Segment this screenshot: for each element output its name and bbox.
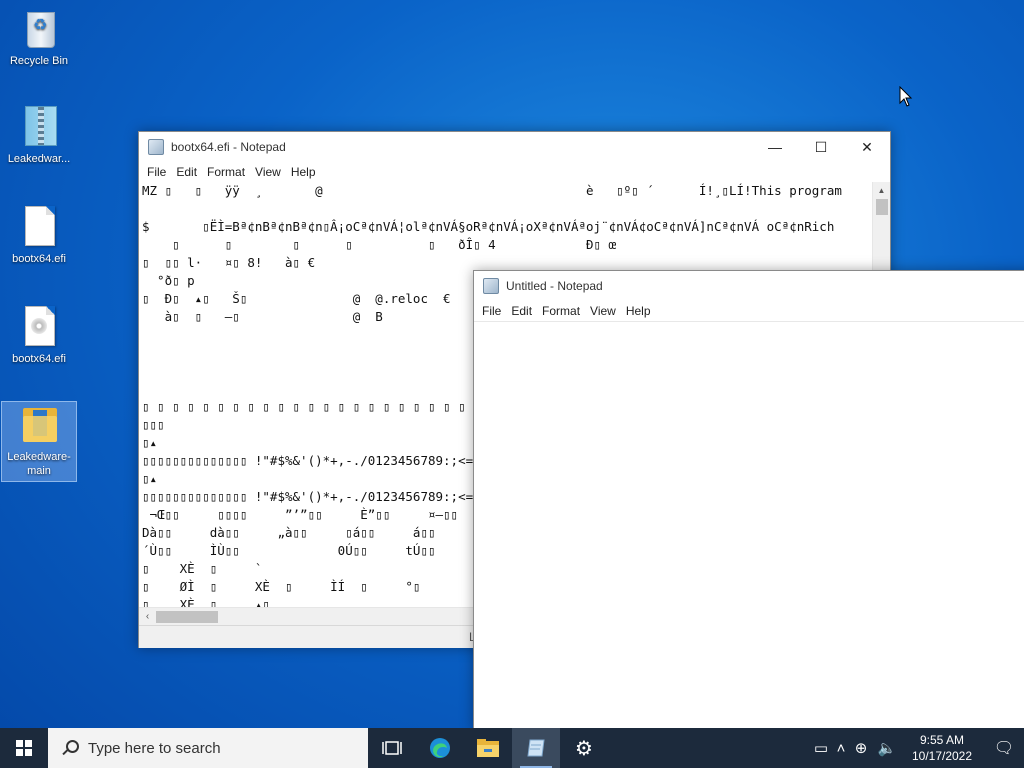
file-explorer-icon bbox=[477, 739, 499, 757]
notification-icon: 🗨 bbox=[993, 740, 1015, 757]
taskbar-settings-button[interactable]: ⚙ bbox=[560, 728, 608, 768]
start-button[interactable] bbox=[0, 728, 48, 768]
titlebar[interactable]: bootx64.efi - Notepad — ☐ ✕ bbox=[139, 132, 890, 162]
text-line bbox=[142, 200, 871, 218]
text-line: $ ▯ËÌ=Bª¢nBª¢nBª¢n▯Â¡oCª¢nVÁ¦olª¢nVÁ§oRª… bbox=[142, 219, 835, 234]
task-view-icon bbox=[382, 741, 402, 755]
taskbar-file-explorer-button[interactable] bbox=[464, 728, 512, 768]
maximize-button[interactable]: ☐ bbox=[798, 132, 844, 162]
gear-icon: ⚙ bbox=[575, 737, 593, 760]
minimize-button[interactable]: — bbox=[752, 132, 798, 162]
search-placeholder: Type here to search bbox=[88, 739, 221, 757]
menu-format[interactable]: Format bbox=[202, 165, 250, 179]
network-globe-icon[interactable]: ⊕ bbox=[848, 739, 874, 757]
notepad-window-untitled[interactable]: Untitled - Notepad File Edit Format View… bbox=[473, 270, 1024, 730]
menu-edit[interactable]: Edit bbox=[506, 304, 537, 318]
clock-date: 10/17/2022 bbox=[911, 749, 973, 763]
clock[interactable]: 9:55 AM 10/17/2022 bbox=[906, 732, 978, 764]
taskbar-notepad-button[interactable] bbox=[512, 728, 560, 768]
desktop-icon-bootx64-efi-1[interactable]: bootx64.efi bbox=[2, 204, 76, 266]
scroll-thumb[interactable] bbox=[875, 199, 888, 215]
keyboard-icon[interactable]: ▭ bbox=[808, 739, 834, 757]
desktop-icon-label: Recycle Bin bbox=[9, 55, 69, 67]
scroll-left-arrow-icon[interactable]: ‹ bbox=[139, 611, 156, 622]
text-line: ▯ ▯ ▯ ▯ ▯ ðÎ▯ 4 Ð▯ œ bbox=[142, 237, 617, 252]
system-tray: ▭ ˄ ⊕ 🔈 9:55 AM 10/17/2022 🗨 bbox=[808, 728, 1024, 768]
file-icon bbox=[19, 204, 59, 248]
taskbar-search-box[interactable]: Type here to search bbox=[48, 728, 368, 768]
scroll-up-arrow-icon[interactable]: ▲ bbox=[873, 182, 890, 199]
menu-bar: File Edit Format View Help bbox=[139, 162, 890, 182]
desktop-icon-leakedware-zip[interactable]: Leakedwar... bbox=[2, 104, 76, 166]
text-line: MZ ▯ ▯ ÿÿ ¸ @ è ▯º▯ ´ Í!¸▯LÍ!This progra… bbox=[142, 183, 842, 198]
notepad-icon bbox=[483, 278, 499, 294]
mouse-cursor-icon bbox=[899, 86, 913, 107]
desktop-icon-recycle-bin[interactable]: Recycle Bin bbox=[2, 6, 76, 68]
folder-icon bbox=[19, 402, 59, 446]
desktop-icon-leakedware-main[interactable]: Leakedware-main bbox=[1, 401, 77, 482]
desktop-icon-bootx64-efi-2[interactable]: bootx64.efi bbox=[2, 304, 76, 366]
zip-folder-icon bbox=[19, 104, 59, 148]
desktop-icon-label: Leakedware-main bbox=[7, 451, 71, 477]
window-title: bootx64.efi - Notepad bbox=[171, 140, 286, 154]
close-button[interactable]: ✕ bbox=[844, 132, 890, 162]
window-title: Untitled - Notepad bbox=[506, 279, 603, 293]
menu-file[interactable]: File bbox=[477, 304, 506, 318]
menu-view[interactable]: View bbox=[585, 304, 621, 318]
menu-edit[interactable]: Edit bbox=[171, 165, 202, 179]
action-center-button[interactable]: 🗨 bbox=[984, 728, 1024, 768]
recycle-bin-icon bbox=[19, 6, 59, 50]
notepad-icon bbox=[148, 139, 164, 155]
desktop-icon-label: bootx64.efi bbox=[12, 253, 66, 265]
taskbar: Type here to search ⚙ ▭ ˄ ⊕ 🔈 9:55 AM 10… bbox=[0, 728, 1024, 768]
show-hidden-icons-chevron-icon[interactable]: ˄ bbox=[834, 740, 848, 757]
menu-view[interactable]: View bbox=[250, 165, 286, 179]
task-view-button[interactable] bbox=[368, 728, 416, 768]
menu-format[interactable]: Format bbox=[537, 304, 585, 318]
desktop-icon-label: Leakedwar... bbox=[7, 153, 71, 165]
menu-file[interactable]: File bbox=[142, 165, 171, 179]
volume-icon[interactable]: 🔈 bbox=[874, 739, 900, 757]
clock-time: 9:55 AM bbox=[919, 733, 965, 747]
disc-image-icon bbox=[19, 304, 59, 348]
search-icon bbox=[62, 740, 79, 756]
taskbar-edge-button[interactable] bbox=[416, 728, 464, 768]
desktop-icon-label: bootx64.efi bbox=[12, 353, 66, 365]
scroll-thumb[interactable] bbox=[156, 610, 218, 623]
menu-help[interactable]: Help bbox=[621, 304, 656, 318]
text-editor[interactable] bbox=[474, 321, 1024, 730]
menu-help[interactable]: Help bbox=[286, 165, 321, 179]
windows-logo-icon bbox=[16, 740, 32, 756]
edge-browser-icon bbox=[430, 738, 450, 758]
titlebar[interactable]: Untitled - Notepad bbox=[474, 271, 1024, 301]
notepad-icon bbox=[527, 739, 545, 757]
menu-bar: File Edit Format View Help bbox=[474, 301, 1024, 321]
